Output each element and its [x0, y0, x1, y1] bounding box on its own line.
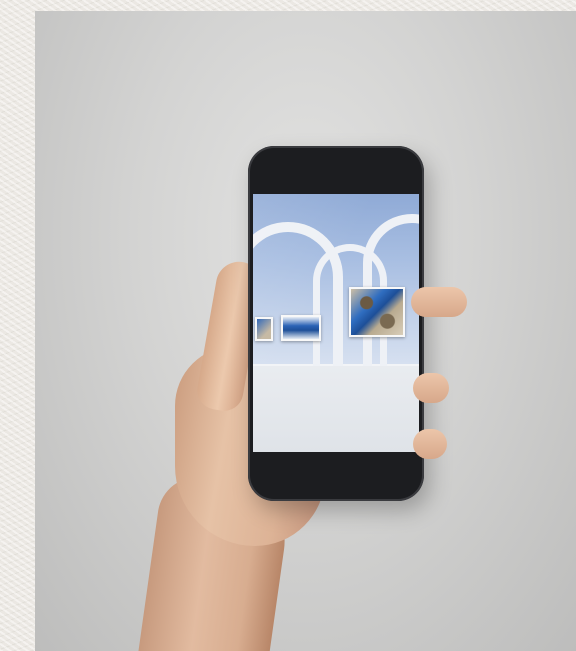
finger: [411, 287, 467, 317]
finger: [413, 373, 449, 403]
screen-glare: [253, 194, 419, 452]
photo: [35, 11, 576, 651]
phone-screen: [253, 194, 419, 452]
finger: [413, 429, 447, 459]
